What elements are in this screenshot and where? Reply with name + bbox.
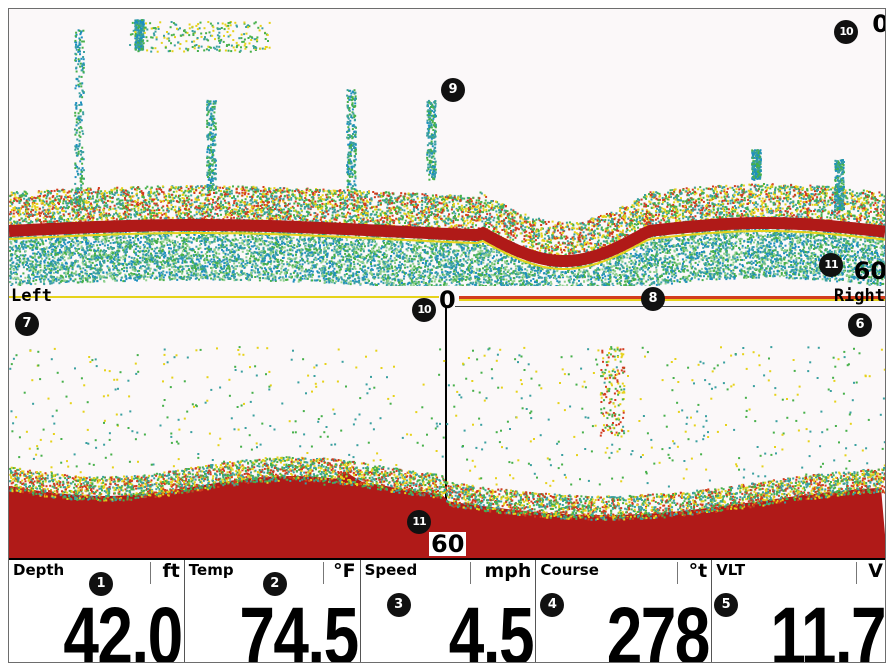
readout-depth-label: Depth xyxy=(13,561,64,579)
readout-depth: Depth ft 42.0 1 xyxy=(9,560,185,663)
readout-course-unit: °t xyxy=(689,560,708,582)
callout-course: 4 xyxy=(540,593,565,617)
readout-voltage-unit: V xyxy=(868,560,883,582)
readout-speed-unit: mph xyxy=(484,560,531,582)
readout-course-label: Course xyxy=(540,561,599,579)
readout-depth-unit: ft xyxy=(162,560,179,582)
readout-course-value: 278 xyxy=(607,596,711,663)
callout-left: 7 xyxy=(15,312,39,336)
down-sonar-view: 0 60 10 9 11 xyxy=(9,9,885,286)
side-depth-scale-top: 0 xyxy=(439,288,456,312)
callout-down-bottom-scale: 11 xyxy=(819,253,843,277)
readout-voltage-value: 11.7 xyxy=(770,596,885,663)
callout-sonar-history: 8 xyxy=(641,287,665,311)
callout-side-top-scale: 10 xyxy=(412,298,436,322)
readout-temp: Temp °F 74.5 2 xyxy=(185,560,361,663)
readout-speed-label: Speed xyxy=(365,561,418,579)
callout-temp: 2 xyxy=(262,572,287,596)
side-label-left: Left xyxy=(11,288,52,305)
readout-depth-value: 42.0 xyxy=(64,596,184,663)
callout-voltage: 5 xyxy=(714,593,739,617)
digital-readouts-bar: Depth ft 42.0 1 Temp °F 74.5 2 Speed mph… xyxy=(9,558,885,663)
side-label-right: Right xyxy=(834,288,885,305)
side-depth-scale-bottom: 60 xyxy=(429,532,467,556)
side-sonar-returns xyxy=(9,296,885,558)
readout-voltage-label: VLT xyxy=(716,561,745,579)
down-sonar-returns xyxy=(9,19,885,286)
readout-temp-value: 74.5 xyxy=(239,596,359,663)
callout-down-top-scale: 10 xyxy=(834,20,858,44)
readout-speed: Speed mph 4.5 3 xyxy=(361,560,537,663)
readout-speed-value: 4.5 xyxy=(449,596,535,663)
readout-temp-label: Temp xyxy=(189,561,234,579)
down-depth-scale-top: 0 xyxy=(872,12,885,36)
callout-side-bottom-scale: 11 xyxy=(407,510,431,534)
callout-right: 6 xyxy=(848,313,872,337)
readout-voltage: VLT V 11.7 5 xyxy=(712,560,885,663)
side-sonar-view: Left Right 0 60 7 6 8 10 11 xyxy=(9,286,885,558)
fish-finder-screen: 0 60 10 9 11 Left Right 0 60 7 6 8 10 11… xyxy=(0,0,888,667)
callout-speed: 3 xyxy=(386,593,411,617)
sonar-display: 0 60 10 9 11 Left Right 0 60 7 6 8 10 11… xyxy=(8,8,886,663)
callout-depth: 1 xyxy=(89,572,113,596)
callout-water-column: 9 xyxy=(441,78,465,102)
down-depth-scale-bottom: 60 xyxy=(854,259,885,283)
readout-temp-unit: °F xyxy=(333,560,355,582)
readout-course: Course °t 278 4 xyxy=(536,560,713,663)
